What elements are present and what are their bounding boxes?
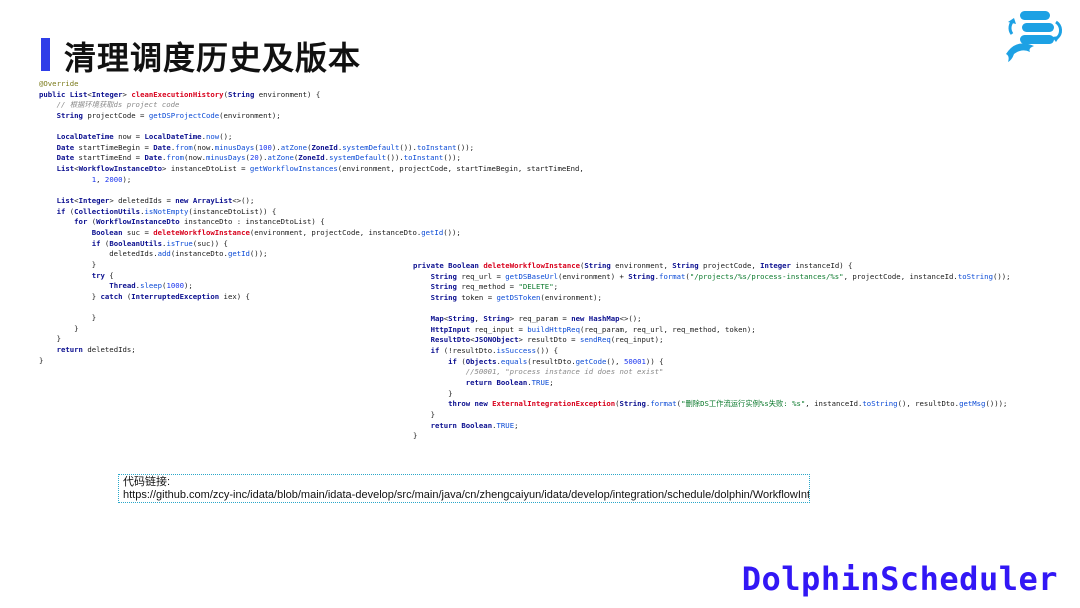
- code-line: ​: [39, 185, 584, 196]
- slide-title: 清理调度历史及版本: [64, 39, 362, 77]
- code-line: String token = getDSToken(environment);: [430, 292, 602, 302]
- code-line: String req_url = getDSBaseUrl(environmen…: [430, 271, 1011, 281]
- code-line: ResultDto<JSONObject> resultDto = sendRe…: [430, 335, 664, 345]
- code-line: String req_method = "DELETE";: [430, 282, 559, 292]
- code-line: if (BooleanUtils.isTrue(suc)) {: [91, 238, 228, 248]
- code-block-delete-workflow-instance: private Boolean deleteWorkflowInstance(S…: [413, 261, 1011, 442]
- code-line: private Boolean deleteWorkflowInstance(S…: [413, 261, 853, 270]
- code-link-box: 代码链接: https://github.com/zcy-inc/idata/b…: [118, 474, 810, 503]
- code-line: if (Objects.equals(resultDto.getCode(), …: [448, 356, 664, 366]
- code-line: Date startTimeBegin = Date.from(now.minu…: [56, 142, 475, 152]
- code-line: HttpInput req_input = buildHttpReq(req_p…: [430, 324, 756, 334]
- code-line: }: [413, 388, 453, 398]
- code-line: ​: [39, 122, 584, 133]
- code-link-label: 代码链接:: [123, 476, 171, 488]
- code-line: if (CollectionUtils.isNotEmpty(instanceD…: [56, 206, 277, 216]
- code-line: //50001, "process instance id does not e…: [465, 367, 664, 377]
- code-line: LocalDateTime now = LocalDateTime.now();: [56, 132, 233, 142]
- brand-wordmark: DolphinScheduler: [741, 560, 1058, 598]
- code-line: List<Integer> deletedIds = new ArrayList…: [56, 196, 255, 206]
- code-line: public List<Integer> cleanExecutionHisto…: [39, 89, 321, 99]
- code-link-url[interactable]: https://github.com/zcy-inc/idata/blob/ma…: [123, 489, 809, 502]
- code-line: return Boolean.TRUE;: [465, 378, 554, 388]
- code-line: if (!resultDto.isSuccess()) {: [430, 346, 559, 356]
- code-line: ​: [413, 304, 1011, 315]
- code-line: // 根据环境获取ds project code: [56, 100, 180, 110]
- code-line: }: [413, 409, 435, 419]
- code-line: throw new ExternalIntegrationException(S…: [448, 399, 1008, 409]
- dolphinscheduler-logo-icon: [1006, 11, 1063, 62]
- code-line: Map<String, String> req_param = new Hash…: [430, 314, 642, 324]
- code-line: @Override: [39, 79, 79, 88]
- title-accent-bar: [41, 38, 50, 71]
- code-line: }: [413, 431, 418, 441]
- code-line: return Boolean.TRUE;: [430, 420, 519, 430]
- code-line: Boolean suc = deleteWorkflowInstance(env…: [91, 227, 461, 237]
- code-line: 1, 2000);: [91, 174, 132, 184]
- code-line: List<WorkflowInstanceDto> instanceDtoLis…: [56, 164, 584, 174]
- code-line: Date startTimeEnd = Date.from(now.minusD…: [56, 153, 461, 163]
- code-line: String projectCode = getDSProjectCode(en…: [56, 110, 281, 120]
- code-line: for (WorkflowInstanceDto instanceDto : i…: [74, 217, 325, 227]
- code-line: deletedIds.add(instanceDto.getId());: [39, 249, 268, 259]
